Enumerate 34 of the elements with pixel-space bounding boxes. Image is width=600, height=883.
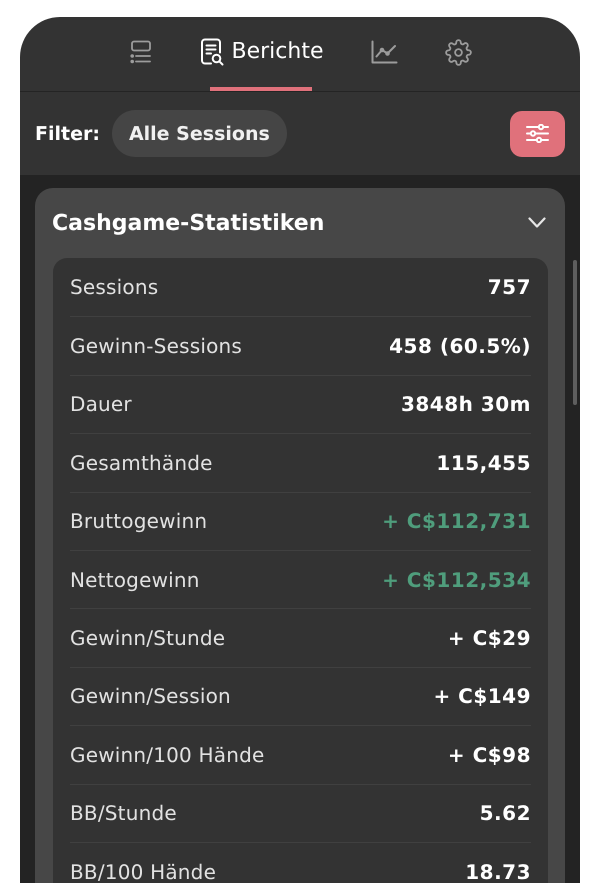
filter-chip[interactable]: Alle Sessions xyxy=(112,110,287,157)
stat-label: Gewinn/100 Hände xyxy=(70,744,265,766)
filter-label: Filter: xyxy=(35,122,100,144)
stat-value: 18.73 xyxy=(465,860,531,883)
stat-label: Gewinn/Session xyxy=(70,685,231,708)
section-title: Cashgame-Statistiken xyxy=(52,210,324,236)
stat-label: Dauer xyxy=(70,393,132,416)
stat-label: Gewinn/Stunde xyxy=(70,627,226,650)
stat-value: 5.62 xyxy=(480,802,531,824)
stat-value: + C$112,534 xyxy=(382,568,531,591)
nav-tab[interactable]: Berichte xyxy=(200,17,324,91)
stat-value: 757 xyxy=(488,276,531,298)
stat-value: 3848h 30m xyxy=(400,393,531,416)
stat-value: + C$149 xyxy=(433,685,531,708)
stat-label: BB/100 Hände xyxy=(70,860,216,883)
list-icon xyxy=(128,40,152,64)
stat-value: 458 (60.5%) xyxy=(389,335,531,358)
stat-value: + C$29 xyxy=(448,627,531,650)
stat-value: 115,455 xyxy=(436,452,531,474)
chevron-down-icon[interactable] xyxy=(528,217,546,229)
stat-label: Gewinn-Sessions xyxy=(70,335,242,358)
stat-label: Sessions xyxy=(70,276,158,298)
stat-label: Gesamthände xyxy=(70,452,213,474)
scrollbar[interactable] xyxy=(573,260,577,405)
stat-label: BB/Stunde xyxy=(70,802,177,824)
stat-label: Nettogewinn xyxy=(70,568,200,591)
filter-settings-button[interactable] xyxy=(510,110,565,156)
stat-label: Bruttogewinn xyxy=(70,510,208,532)
stat-value: + C$112,731 xyxy=(382,510,531,532)
line-chart-icon xyxy=(370,40,398,64)
settings-icon xyxy=(444,38,472,66)
stat-value: + C$98 xyxy=(448,744,531,766)
sliders-icon xyxy=(526,124,549,143)
document-search-icon xyxy=(200,38,224,66)
